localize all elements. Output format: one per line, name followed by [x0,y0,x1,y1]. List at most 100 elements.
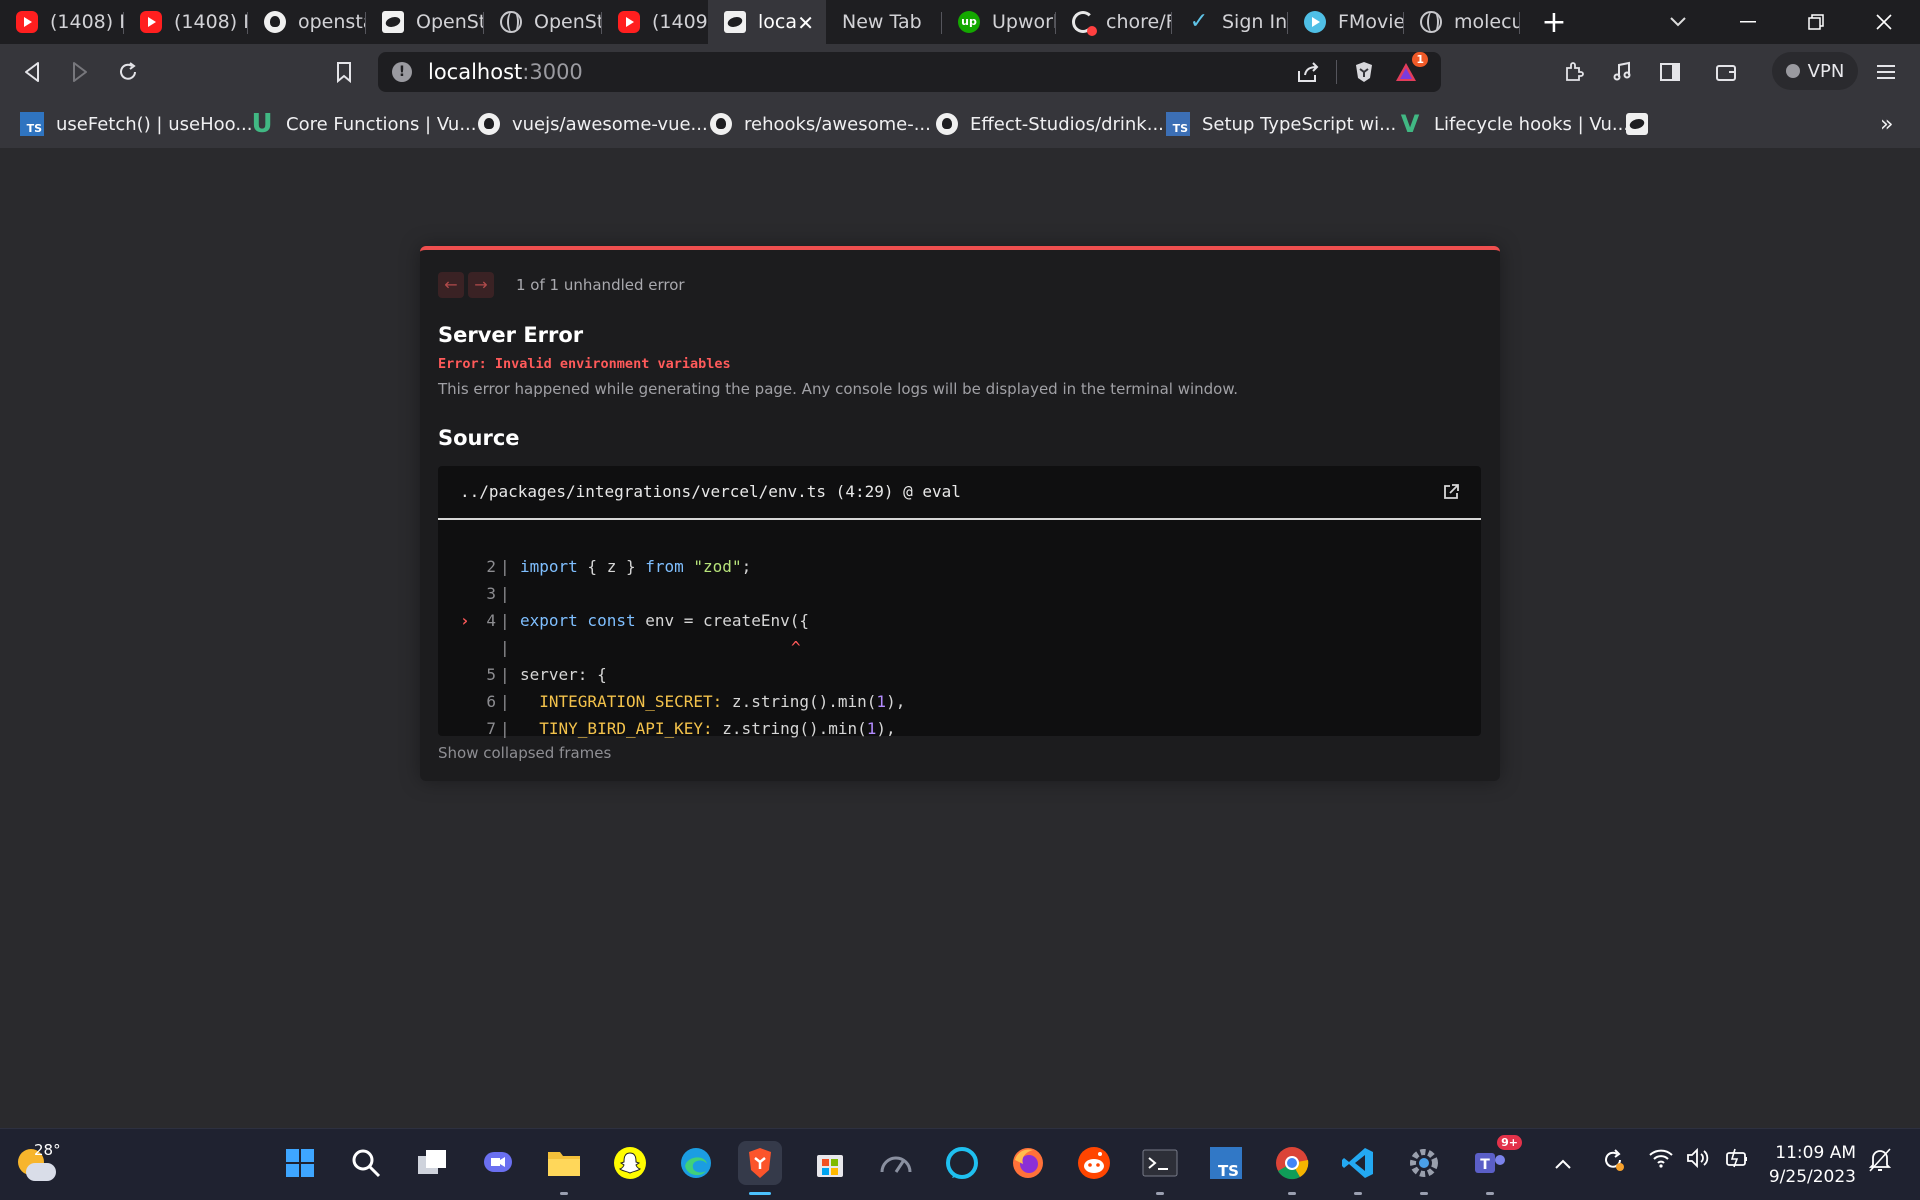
restore-icon[interactable] [1788,0,1844,44]
edge-icon[interactable] [674,1141,718,1185]
task-view-icon[interactable] [410,1141,454,1185]
system-clock[interactable]: 11:09 AM 9/25/2023 [1768,1141,1856,1189]
tab-strip: (1408) F (1408) N opensta OpenSta OpenSt… [0,0,1920,44]
error-title: Server Error [438,323,584,347]
file-explorer-icon[interactable] [542,1141,586,1195]
back-icon[interactable] [16,56,48,88]
open-in-editor-icon[interactable] [1441,482,1461,502]
teams-chat-icon[interactable] [476,1141,520,1185]
vscode-icon[interactable] [1336,1141,1380,1195]
battery-icon[interactable] [1724,1147,1750,1174]
sync-icon[interactable] [1600,1147,1626,1178]
bookmark-usefetch[interactable]: TS useFetch() | useHoo... [20,108,253,140]
wifi-icon[interactable] [1648,1147,1674,1174]
tab-upwork[interactable]: up Upwork [942,0,1056,44]
teams-notification-badge: 9+ [1497,1135,1522,1150]
notifications-icon[interactable] [1868,1147,1892,1178]
check-icon: ✓ [1189,9,1209,34]
youtube-icon [140,11,162,33]
close-tab-icon[interactable]: ✕ [797,11,814,35]
bookmarks-overflow-icon[interactable]: » [1880,108,1893,140]
next-error-icon[interactable]: → [468,272,494,298]
search-icon[interactable] [344,1141,388,1185]
tab-title: (1409) F [652,11,708,33]
tab-title: OpenSta [416,11,484,33]
brave-browser-icon[interactable] [738,1141,782,1195]
running-indicator [1420,1192,1428,1195]
wallet-icon[interactable] [1710,56,1742,88]
tab-youtube-2[interactable]: (1408) N [124,0,248,44]
alexa-icon[interactable] [940,1141,984,1185]
svg-text:TS: TS [1218,1162,1239,1180]
bookmark-openstatus[interactable] [1626,108,1660,140]
url-text[interactable]: localhost:3000 [428,60,583,84]
firefox-icon[interactable] [1006,1141,1050,1185]
teams-icon[interactable]: T 9+ [1468,1135,1522,1195]
globe-icon [500,11,522,33]
github-icon [478,113,500,135]
new-tab-button[interactable]: + [1526,0,1582,44]
show-collapsed-frames-button[interactable]: Show collapsed frames [438,744,611,762]
bookmark-icon[interactable] [328,56,360,88]
tab-molecule[interactable]: molecul [1404,0,1520,44]
tab-github-openstatus[interactable]: opensta [248,0,366,44]
microsoft-store-icon[interactable] [808,1141,852,1185]
bookmark-lifecycle-hooks[interactable]: V Lifecycle hooks | Vu... [1398,108,1629,140]
brave-rewards-icon[interactable]: 1 [1390,52,1428,88]
bookmark-effect-studios[interactable]: Effect-Studios/drink... [936,108,1164,140]
vpn-button[interactable]: VPN [1772,52,1858,90]
source-heading: Source [438,426,520,450]
bookmark-core-functions[interactable]: U Core Functions | Vu... [250,108,476,140]
reddit-icon[interactable] [1072,1141,1116,1185]
vue-icon: V [1400,110,1420,138]
address-bar[interactable]: ! localhost:3000 1 [378,52,1441,92]
tab-title: (1408) F [50,11,124,33]
tab-fmovies[interactable]: FMovies [1288,0,1404,44]
reload-icon[interactable] [112,56,144,88]
close-window-icon[interactable] [1856,0,1912,44]
tab-new-tab[interactable]: New Tab [826,0,942,44]
openstatus-icon [382,11,404,33]
minimize-icon[interactable] [1720,0,1776,44]
sidebar-icon[interactable] [1654,56,1686,88]
github-icon [936,113,958,135]
tab-youtube-3[interactable]: (1409) F [602,0,708,44]
clock-time: 11:09 AM [1775,1143,1856,1163]
weather-widget[interactable]: 28° [12,1141,61,1189]
tab-localhost-active[interactable]: loca ✕ [708,0,826,44]
tab-youtube-1[interactable]: (1408) F [0,0,124,44]
tab-search-chevron-icon[interactable] [1650,0,1706,44]
settings-icon[interactable] [1402,1141,1446,1195]
typescript-icon: TS [1166,112,1190,136]
volume-icon[interactable] [1686,1147,1712,1174]
previous-error-icon[interactable]: ← [438,272,464,298]
source-file-link[interactable]: ../packages/integrations/vercel/env.ts (… [460,482,961,501]
tab-openstatus-2[interactable]: OpenSt [484,0,602,44]
show-hidden-icons-chevron-icon[interactable] [1554,1151,1572,1175]
source-code-frame: ../packages/integrations/vercel/env.ts (… [438,466,1481,738]
extensions-icon[interactable] [1558,56,1590,88]
brave-shields-icon[interactable] [1348,56,1380,88]
tab-github-chore[interactable]: chore/F [1056,0,1172,44]
tab-sign-in[interactable]: ✓ Sign In [1172,0,1288,44]
browser-toolbar: ! localhost:3000 1 VPN [0,44,1920,100]
code-line: 2 | import { z } from "zod"; [486,557,752,576]
performance-gauge-icon[interactable] [874,1141,918,1185]
site-info-icon[interactable]: ! [392,62,412,82]
code-frame-header: ../packages/integrations/vercel/env.ts (… [438,466,1481,520]
bookmark-rehooks[interactable]: rehooks/awesome-... [710,108,931,140]
error-description: This error happened while generating the… [438,380,1239,398]
typescript-app-icon[interactable]: TS [1204,1141,1248,1185]
media-icon[interactable] [1606,56,1638,88]
running-indicator [1288,1192,1296,1195]
bookmark-awesome-vue[interactable]: vuejs/awesome-vue... [478,108,708,140]
share-icon[interactable] [1292,56,1324,88]
snapchat-icon[interactable] [608,1141,652,1185]
tab-openstatus[interactable]: OpenSta [366,0,484,44]
forward-icon[interactable] [64,56,96,88]
chrome-icon[interactable] [1270,1141,1314,1195]
menu-icon[interactable] [1870,56,1902,88]
bookmark-setup-typescript[interactable]: TS Setup TypeScript wi... [1166,108,1396,140]
start-icon[interactable] [278,1141,322,1185]
terminal-icon[interactable] [1138,1141,1182,1195]
